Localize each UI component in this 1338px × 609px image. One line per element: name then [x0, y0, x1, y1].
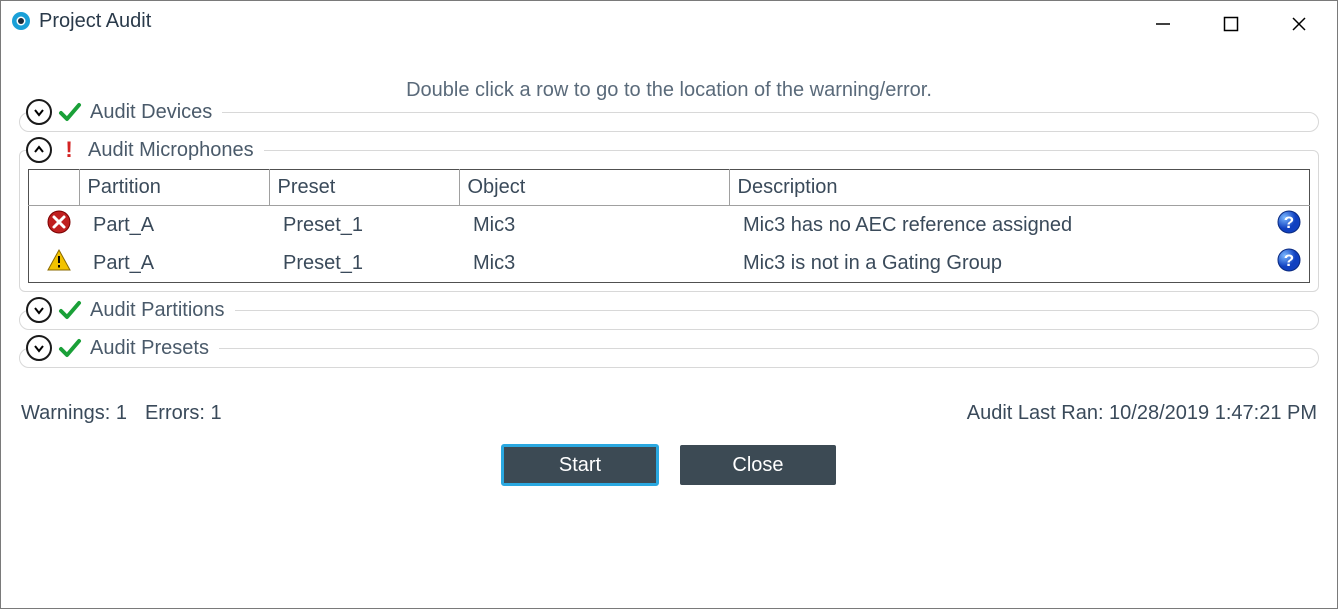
table-row[interactable]: Part_A Preset_1 Mic3 Mic3 has no AEC ref… [29, 206, 1310, 245]
start-button[interactable]: Start [502, 445, 658, 485]
last-ran-label: Audit Last Ran: 10/28/2019 1:47:21 PM [967, 402, 1317, 425]
window-controls [1143, 1, 1337, 39]
warning-icon [47, 255, 71, 277]
section-audit-partitions: Audit Partitions [19, 310, 1319, 330]
expander-microphones[interactable] [26, 137, 52, 163]
cell-partition: Part_A [79, 244, 269, 283]
section-title-devices: Audit Devices [88, 101, 212, 124]
minimize-button[interactable] [1143, 9, 1183, 39]
cell-object: Mic3 [459, 244, 729, 283]
error-icon [47, 217, 71, 239]
check-icon [58, 298, 82, 322]
col-preset[interactable]: Preset [269, 170, 459, 206]
titlebar: Project Audit [1, 1, 1337, 41]
close-button[interactable]: Close [680, 445, 836, 485]
section-audit-devices: Audit Devices [19, 112, 1319, 132]
section-title-partitions: Audit Partitions [88, 299, 225, 322]
maximize-button[interactable] [1211, 9, 1251, 39]
exclamation-icon: ! [58, 139, 80, 161]
svg-text:?: ? [1284, 213, 1294, 232]
microphones-table: Partition Preset Object Description [28, 169, 1310, 283]
expander-partitions[interactable] [26, 297, 52, 323]
table-header-row: Partition Preset Object Description [29, 170, 1310, 206]
cell-preset: Preset_1 [269, 206, 459, 245]
col-description[interactable]: Description [729, 170, 1310, 206]
app-icon [11, 11, 31, 31]
button-bar: Start Close [1, 445, 1337, 485]
window-title: Project Audit [39, 10, 151, 33]
cell-description: Mic3 is not in a Gating Group [729, 244, 1263, 283]
close-window-button[interactable] [1279, 9, 1319, 39]
col-object[interactable]: Object [459, 170, 729, 206]
svg-text:?: ? [1284, 251, 1294, 270]
col-partition[interactable]: Partition [79, 170, 269, 206]
help-icon[interactable]: ? [1277, 217, 1301, 239]
cell-preset: Preset_1 [269, 244, 459, 283]
warnings-count: Warnings: 1 [21, 402, 127, 425]
section-audit-microphones: ! Audit Microphones Partition Preset Obj… [19, 150, 1319, 292]
errors-count: Errors: 1 [145, 402, 222, 425]
check-icon [58, 336, 82, 360]
cell-partition: Part_A [79, 206, 269, 245]
check-icon [58, 100, 82, 124]
cell-object: Mic3 [459, 206, 729, 245]
content-area: Audit Devices ! Audit Microphones Partit… [1, 112, 1337, 368]
section-title-presets: Audit Presets [88, 337, 209, 360]
section-title-microphones: Audit Microphones [86, 139, 254, 162]
cell-description: Mic3 has no AEC reference assigned [729, 206, 1263, 245]
table-row[interactable]: Part_A Preset_1 Mic3 Mic3 is not in a Ga… [29, 244, 1310, 283]
expander-devices[interactable] [26, 99, 52, 125]
section-audit-presets: Audit Presets [19, 348, 1319, 368]
footer-stats: Warnings: 1 Errors: 1 Audit Last Ran: 10… [1, 386, 1337, 425]
help-icon[interactable]: ? [1277, 255, 1301, 277]
expander-presets[interactable] [26, 335, 52, 361]
